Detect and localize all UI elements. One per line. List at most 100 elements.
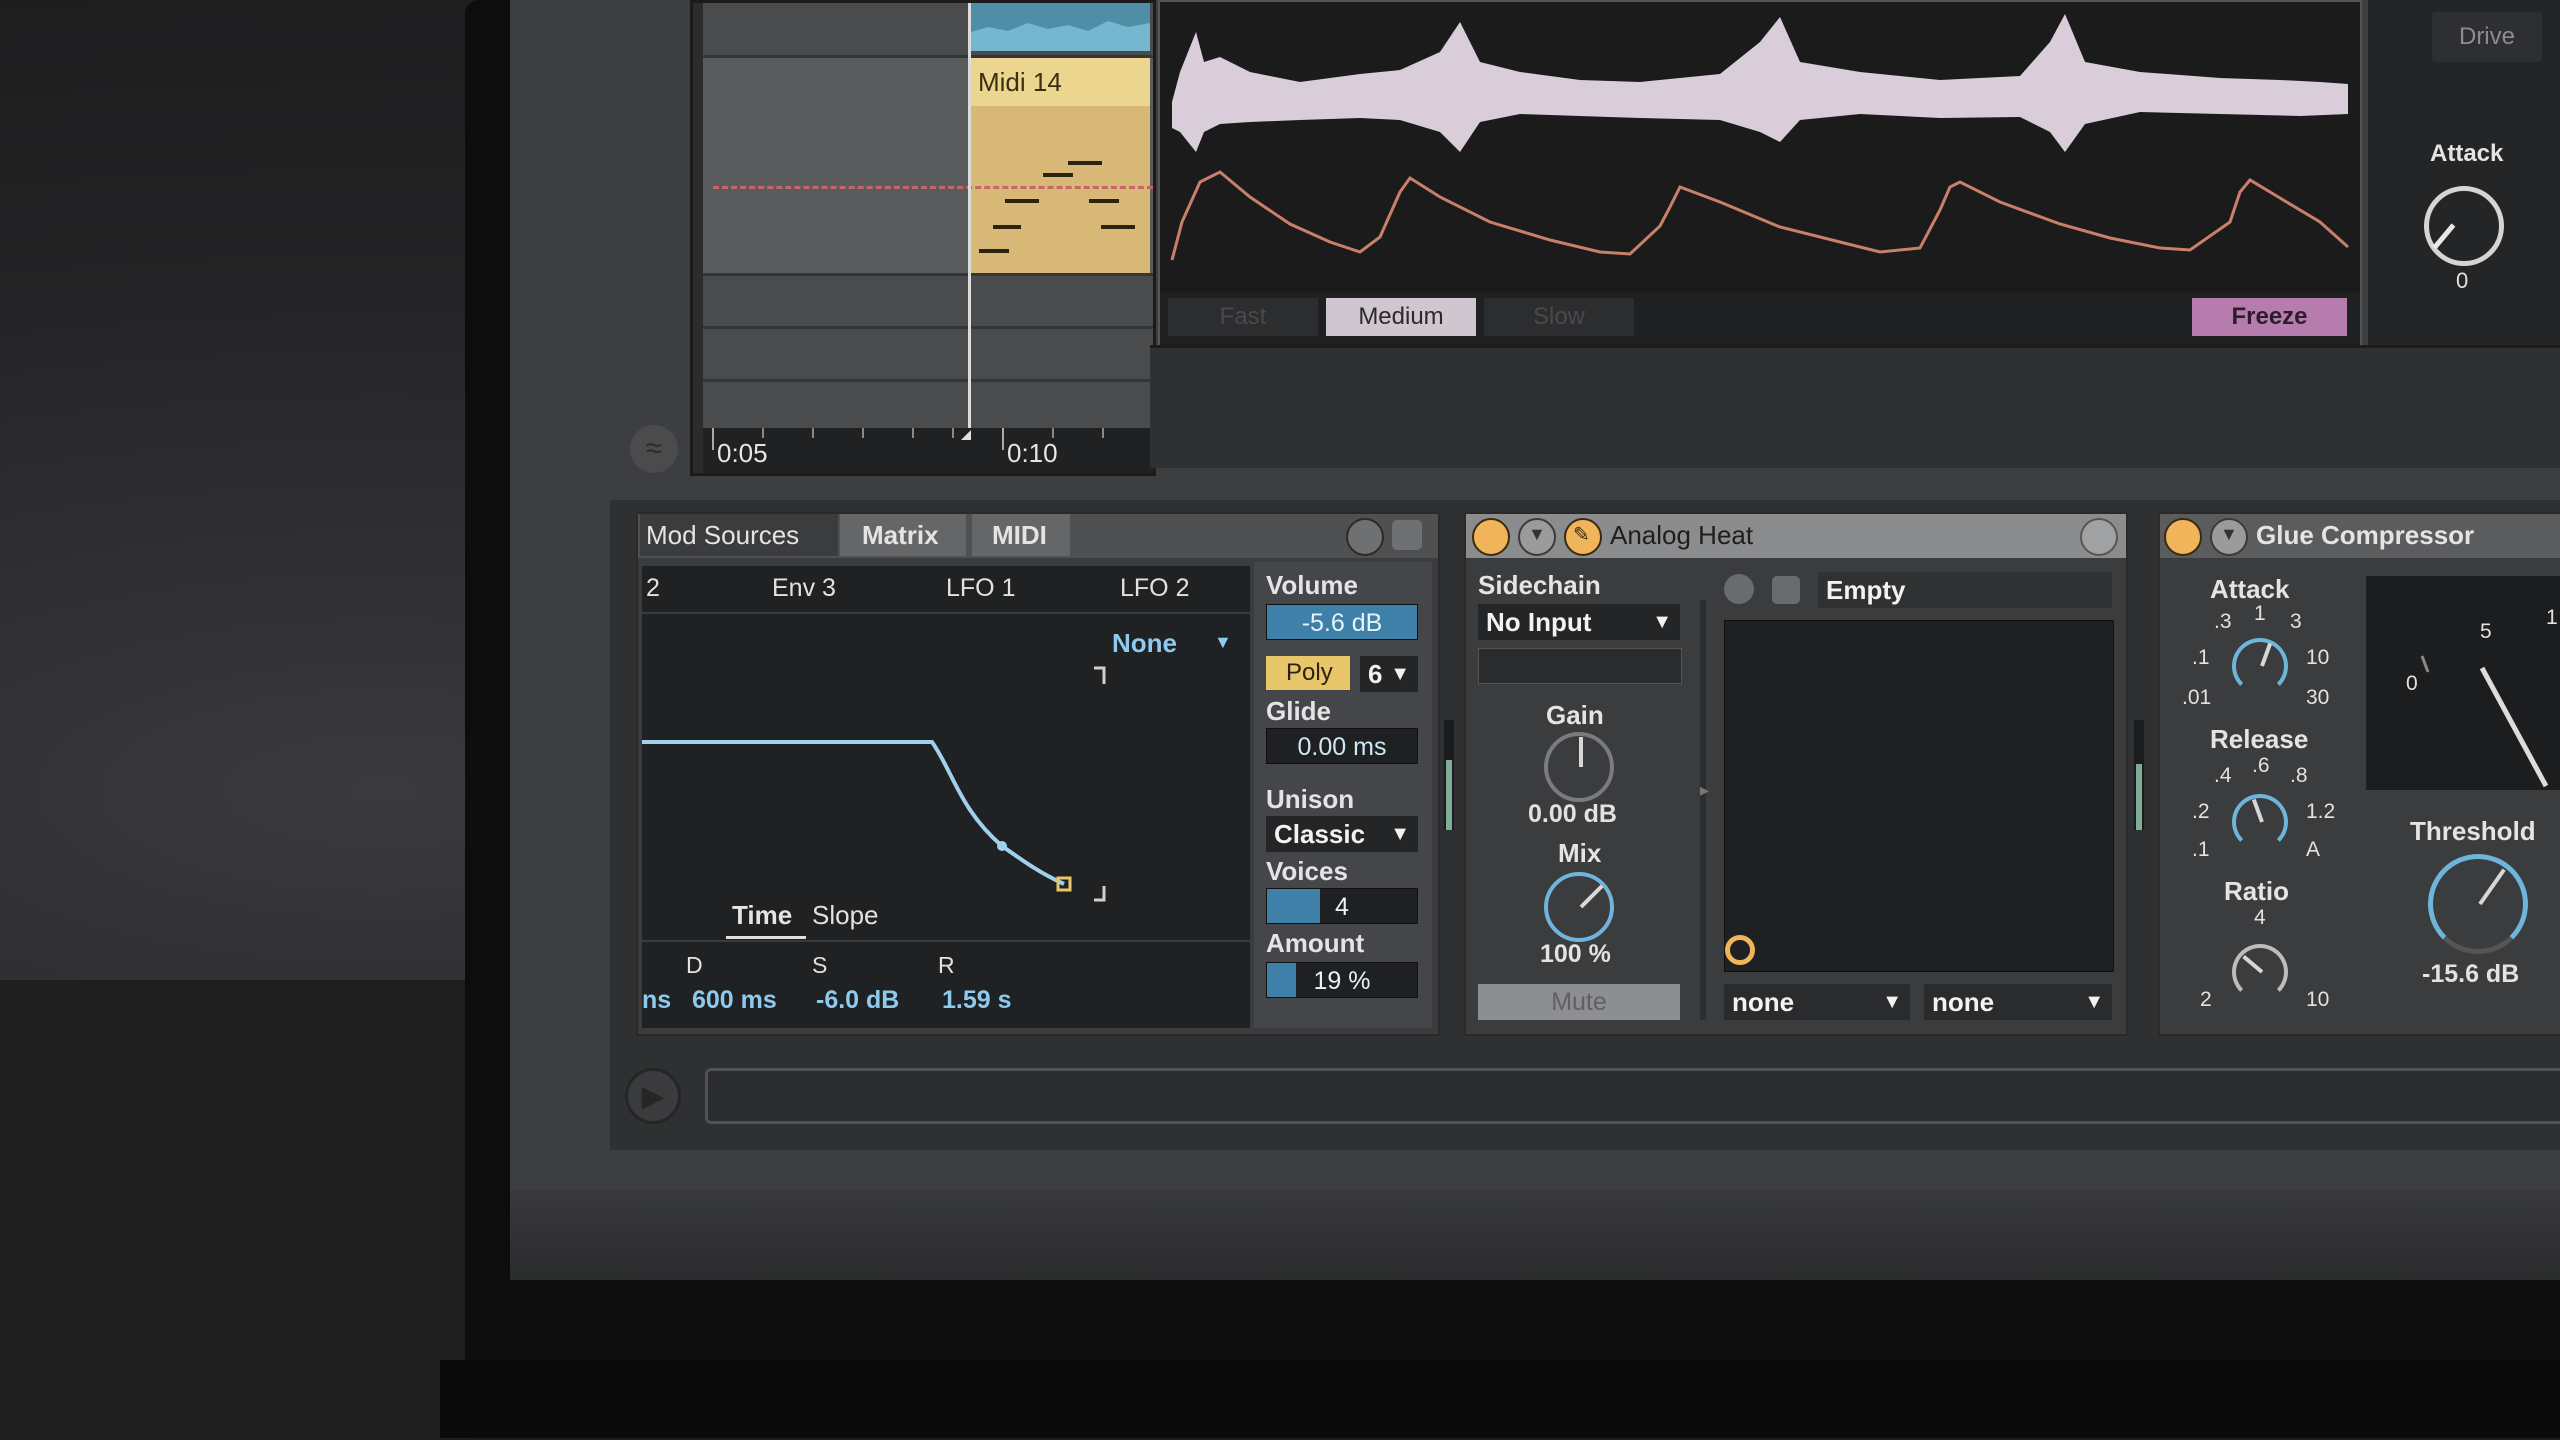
track-lane[interactable]	[703, 276, 1153, 329]
source-tab-lfo1[interactable]: LFO 1	[946, 574, 1015, 603]
attack-value-partial[interactable]: ns	[642, 986, 671, 1015]
tab-mod-sources[interactable]: Mod Sources	[646, 520, 799, 551]
source-tab-lfo2[interactable]: LFO 2	[1120, 574, 1189, 603]
track-lane[interactable]	[703, 329, 1153, 382]
glue-attack-knob[interactable]	[2232, 638, 2288, 694]
drive-attack-knob[interactable]	[2424, 186, 2504, 266]
glide-field[interactable]: 0.00 ms	[1266, 728, 1418, 764]
preset-save-icon[interactable]	[1772, 576, 1800, 604]
automation-line[interactable]	[713, 186, 1153, 189]
sidechain-input-select[interactable]: No Input ▼	[1478, 604, 1680, 640]
scale-label: 10	[2306, 646, 2330, 669]
source-tab-env3[interactable]: Env 3	[772, 574, 836, 603]
playhead[interactable]	[968, 3, 971, 443]
source-tab-env2[interactable]: 2	[646, 574, 660, 603]
save-preset-icon[interactable]	[1392, 520, 1422, 550]
midi-note[interactable]	[979, 249, 1009, 253]
meter-fill	[2136, 764, 2142, 830]
screen-lower-edge	[510, 1190, 2560, 1280]
hot-swap-icon[interactable]	[2080, 518, 2118, 556]
midi-note[interactable]	[1005, 199, 1039, 203]
fast-mode-button[interactable]: Fast	[1168, 298, 1318, 336]
gain-knob[interactable]	[1544, 732, 1614, 802]
meter-fill	[1446, 760, 1452, 830]
sidechain-routing-field[interactable]	[1478, 648, 1682, 684]
amount-slider[interactable]: 19 %	[1266, 962, 1418, 998]
track-lane[interactable]	[703, 382, 1153, 431]
scale-label: .6	[2252, 754, 2270, 777]
x-mapping-value: none	[1732, 987, 1795, 1017]
waveform-graph	[1170, 14, 2349, 261]
poly-button[interactable]: Poly	[1286, 659, 1333, 687]
scale-label: .1	[2192, 646, 2210, 669]
background-shelf	[0, 980, 470, 1440]
glue-release-knob[interactable]	[2232, 794, 2288, 850]
decay-value[interactable]: 600 ms	[692, 986, 777, 1015]
x-mapping-select[interactable]: none ▼	[1724, 984, 1910, 1020]
knob-needle	[2251, 798, 2264, 823]
play-icon[interactable]: ▶	[625, 1068, 681, 1124]
status-bar	[705, 1068, 2560, 1124]
chevron-down-icon: ▼	[1652, 611, 1672, 633]
xy-pad[interactable]	[1724, 620, 2114, 972]
preset-power-icon[interactable]	[1724, 574, 1754, 604]
preset-select[interactable]: Empty	[1818, 572, 2112, 608]
volume-field[interactable]: -5.6 dB	[1266, 604, 1418, 640]
volume-label: Volume	[1266, 570, 1358, 600]
wrench-icon[interactable]: ✎	[1564, 518, 1602, 556]
fold-device-icon[interactable]: ▼	[1518, 518, 1556, 556]
clip-waveform	[968, 21, 1150, 51]
arrangement-view: Midi 14 0:05 0:10	[690, 0, 1156, 476]
audio-clip[interactable]	[968, 3, 1150, 51]
wave-toggle-icon[interactable]: ≈	[630, 425, 678, 473]
knob-needle	[2242, 955, 2264, 974]
medium-mode-button[interactable]: Medium	[1326, 298, 1476, 336]
threshold-value: -15.6 dB	[2422, 960, 2520, 988]
tab-matrix[interactable]: Matrix	[862, 520, 939, 551]
midi-note[interactable]	[1068, 161, 1102, 165]
meter-scale-label: 1	[2546, 606, 2558, 629]
midi-note[interactable]	[1101, 225, 1135, 229]
time-view-tab[interactable]: Time	[732, 900, 792, 931]
mix-knob[interactable]	[1544, 872, 1614, 942]
glue-ratio-knob[interactable]	[2232, 944, 2288, 1000]
meter-scale-label: 5	[2480, 620, 2492, 643]
midi-note[interactable]	[993, 225, 1021, 229]
voices-slider[interactable]: 4	[1266, 888, 1418, 924]
glue-attack-label: Attack	[2210, 574, 2290, 604]
glue-title: Glue Compressor	[2256, 520, 2475, 550]
chevron-down-icon: ▼	[2084, 991, 2104, 1013]
drive-button[interactable]: Drive	[2432, 12, 2542, 62]
xy-handle[interactable]	[1725, 935, 1755, 965]
unison-mode-select[interactable]: Classic ▼	[1266, 816, 1418, 852]
scale-label: .3	[2214, 610, 2232, 633]
envelope-graph[interactable]	[642, 650, 1250, 910]
midi-clip-title[interactable]: Midi 14	[968, 58, 1150, 106]
sustain-value[interactable]: -6.0 dB	[816, 986, 899, 1015]
monitor-base	[440, 1360, 2560, 1438]
time-ruler[interactable]: 0:05 0:10	[703, 428, 1153, 473]
release-value[interactable]: 1.59 s	[942, 986, 1012, 1015]
device-on-toggle[interactable]	[2164, 518, 2202, 556]
gain-reduction-meter: 0 5 1	[2366, 576, 2560, 790]
threshold-label: Threshold	[2410, 816, 2536, 846]
tab-midi[interactable]: MIDI	[992, 520, 1047, 551]
chevron-down-icon: ▼	[1882, 991, 1902, 1013]
freeze-button[interactable]: Freeze	[2192, 298, 2347, 336]
fold-device-icon[interactable]: ▼	[2210, 518, 2248, 556]
hot-swap-icon[interactable]	[1346, 518, 1384, 556]
slow-mode-button[interactable]: Slow	[1484, 298, 1634, 336]
scale-label: 30	[2306, 686, 2330, 709]
poly-voices-select[interactable]: 6 ▼	[1360, 656, 1418, 692]
midi-note[interactable]	[1089, 199, 1119, 203]
y-mapping-select[interactable]: none ▼	[1924, 984, 2112, 1020]
slope-view-tab[interactable]: Slope	[812, 900, 879, 931]
midi-note[interactable]	[1043, 173, 1073, 177]
waveform-display	[1158, 0, 2362, 349]
sidechain-input-value: No Input	[1486, 607, 1592, 637]
scale-label: .8	[2290, 764, 2308, 787]
device-on-toggle[interactable]	[1472, 518, 1510, 556]
threshold-knob[interactable]	[2428, 854, 2528, 954]
mix-value: 100 %	[1540, 940, 1611, 968]
mute-button[interactable]: Mute	[1478, 984, 1680, 1020]
